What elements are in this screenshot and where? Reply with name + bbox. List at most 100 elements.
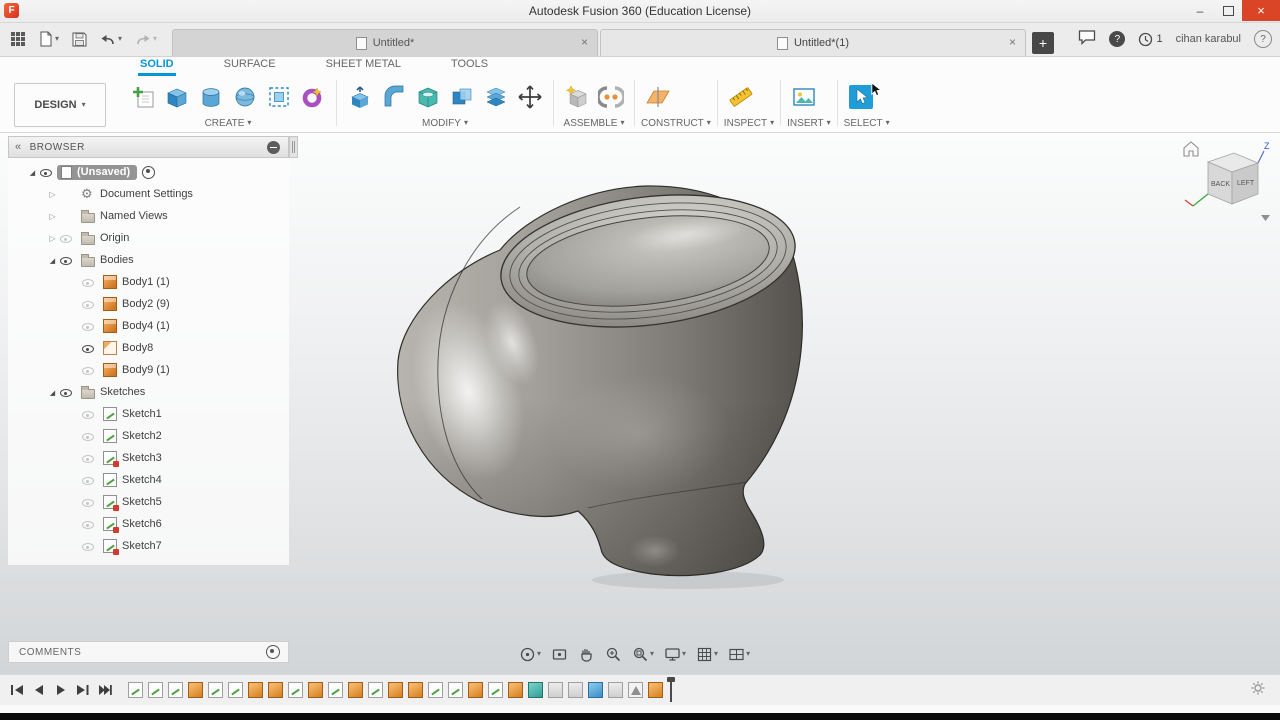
visibility-eye-icon[interactable] — [81, 430, 96, 443]
visibility-eye-icon[interactable] — [81, 474, 96, 487]
visibility-eye-icon[interactable] — [59, 232, 74, 245]
visibility-eye-icon[interactable] — [81, 518, 96, 531]
timeline-feature[interactable] — [168, 682, 183, 698]
viewports-button[interactable]: ▾ — [725, 644, 753, 665]
shell-button[interactable] — [411, 80, 445, 114]
visibility-eye-icon[interactable] — [81, 408, 96, 421]
browser-node[interactable]: Body1 (1) — [8, 271, 289, 293]
offset-face-button[interactable] — [479, 80, 513, 114]
construct-plane-button[interactable] — [641, 80, 675, 114]
grid-display-button[interactable]: ▾ — [693, 644, 721, 665]
visibility-eye-icon[interactable] — [81, 364, 96, 377]
joint-button[interactable] — [594, 80, 628, 114]
pattern-button[interactable] — [262, 80, 296, 114]
sphere-button[interactable] — [228, 80, 262, 114]
browser-node[interactable]: Bodies — [8, 249, 289, 271]
timeline-feature[interactable] — [408, 682, 423, 698]
visibility-eye-icon[interactable] — [81, 452, 96, 465]
timeline-feature[interactable] — [308, 682, 323, 698]
timeline-feature[interactable] — [228, 682, 243, 698]
viewcube-home-button[interactable] — [1183, 141, 1199, 157]
cylinder-button[interactable] — [194, 80, 228, 114]
browser-node[interactable]: Sketch7 — [8, 535, 289, 557]
browser-header[interactable]: « BROWSER — [8, 136, 289, 158]
browser-node[interactable]: Body4 (1) — [8, 315, 289, 337]
move-copy-button[interactable] — [513, 80, 547, 114]
extension-help-button[interactable]: ? — [1109, 31, 1126, 47]
viewcube[interactable]: Z BACK LEFT — [1178, 136, 1276, 226]
timeline-position-marker[interactable] — [667, 677, 675, 702]
timeline-feature[interactable] — [388, 682, 403, 698]
browser-node[interactable]: Sketch2 — [8, 425, 289, 447]
timeline-feature[interactable] — [288, 682, 303, 698]
timeline-feature[interactable] — [548, 682, 563, 698]
orbit-button[interactable]: ▾ — [516, 644, 544, 665]
ribbon-tab[interactable]: TOOLS — [449, 58, 490, 76]
timeline-feature[interactable] — [268, 682, 283, 698]
modify-menu-button[interactable]: MODIFY ▾ — [343, 116, 547, 130]
inspect-menu-button[interactable]: INSPECT ▾ — [724, 116, 774, 130]
timeline-feature[interactable] — [628, 682, 643, 698]
measure-button[interactable] — [724, 80, 758, 114]
comments-bubble-button[interactable] — [1078, 29, 1096, 50]
document-tab[interactable]: Untitled*(1) × — [600, 29, 1026, 56]
combine-button[interactable] — [445, 80, 479, 114]
timeline-feature[interactable] — [448, 682, 463, 698]
undo-button[interactable]: ▾ — [98, 30, 124, 48]
timeline-feature[interactable] — [368, 682, 383, 698]
redo-button[interactable]: ▾ — [133, 30, 159, 48]
box-button[interactable] — [160, 80, 194, 114]
browser-node[interactable]: Origin — [8, 227, 289, 249]
timeline-play-button[interactable] — [54, 684, 68, 696]
ribbon-tab[interactable]: SURFACE — [222, 58, 278, 76]
insert-canvas-button[interactable] — [787, 80, 821, 114]
create-menu-button[interactable]: CREATE ▾ — [126, 116, 330, 130]
collapse-panel-icon[interactable]: « — [15, 141, 22, 153]
zoom-button[interactable] — [602, 644, 625, 665]
close-tab-icon[interactable]: × — [1009, 35, 1016, 49]
browser-node[interactable]: Sketches — [8, 381, 289, 403]
timeline-feature[interactable] — [468, 682, 483, 698]
pan-button[interactable] — [575, 644, 598, 665]
timeline-feature[interactable] — [488, 682, 503, 698]
timeline-settings-button[interactable] — [1250, 680, 1266, 701]
job-status-button[interactable]: 1 — [1138, 32, 1163, 47]
visibility-eye-icon[interactable] — [81, 320, 96, 333]
activate-radio[interactable] — [142, 165, 156, 179]
timeline-feature[interactable] — [128, 682, 143, 698]
timeline-feature[interactable] — [508, 682, 523, 698]
assemble-menu-button[interactable]: ASSEMBLE ▾ — [560, 116, 628, 130]
browser-node[interactable]: Body9 (1) — [8, 359, 289, 381]
minimize-button[interactable]: – — [1186, 0, 1214, 21]
close-button[interactable]: × — [1242, 0, 1280, 21]
browser-node[interactable]: Named Views — [8, 205, 289, 227]
press-pull-button[interactable] — [343, 80, 377, 114]
visibility-eye-icon[interactable] — [59, 386, 74, 399]
expander-icon[interactable] — [46, 188, 59, 200]
browser-node[interactable]: Document Settings — [8, 183, 289, 205]
timeline-feature[interactable] — [348, 682, 363, 698]
timeline-feature[interactable] — [588, 682, 603, 698]
browser-node[interactable]: Body2 (9) — [8, 293, 289, 315]
visibility-eye-icon[interactable] — [59, 254, 74, 267]
expander-icon[interactable] — [46, 386, 59, 398]
browser-node[interactable]: (Unsaved) — [8, 161, 289, 183]
visibility-eye-icon[interactable] — [39, 166, 54, 179]
panel-drag-handle[interactable] — [289, 136, 298, 158]
browser-node[interactable]: Sketch3 — [8, 447, 289, 469]
timeline-step-back-button[interactable] — [32, 684, 46, 696]
browser-node[interactable]: Sketch4 — [8, 469, 289, 491]
comments-expand-icon[interactable] — [266, 645, 280, 659]
visibility-eye-icon[interactable] — [81, 298, 96, 311]
expander-icon[interactable] — [46, 232, 59, 244]
timeline-feature[interactable] — [528, 682, 543, 698]
help-button[interactable]: ? — [1254, 30, 1272, 48]
save-button[interactable] — [70, 30, 89, 49]
timeline-feature[interactable] — [148, 682, 163, 698]
ribbon-tab[interactable]: SOLID — [138, 58, 176, 76]
select-menu-button[interactable]: SELECT ▾ — [844, 116, 890, 130]
viewcube-menu-button[interactable] — [1261, 215, 1270, 221]
ribbon-tab[interactable]: SHEET METAL — [324, 58, 403, 76]
construct-menu-button[interactable]: CONSTRUCT ▾ — [641, 116, 711, 130]
document-tab[interactable]: Untitled* × — [172, 29, 598, 56]
